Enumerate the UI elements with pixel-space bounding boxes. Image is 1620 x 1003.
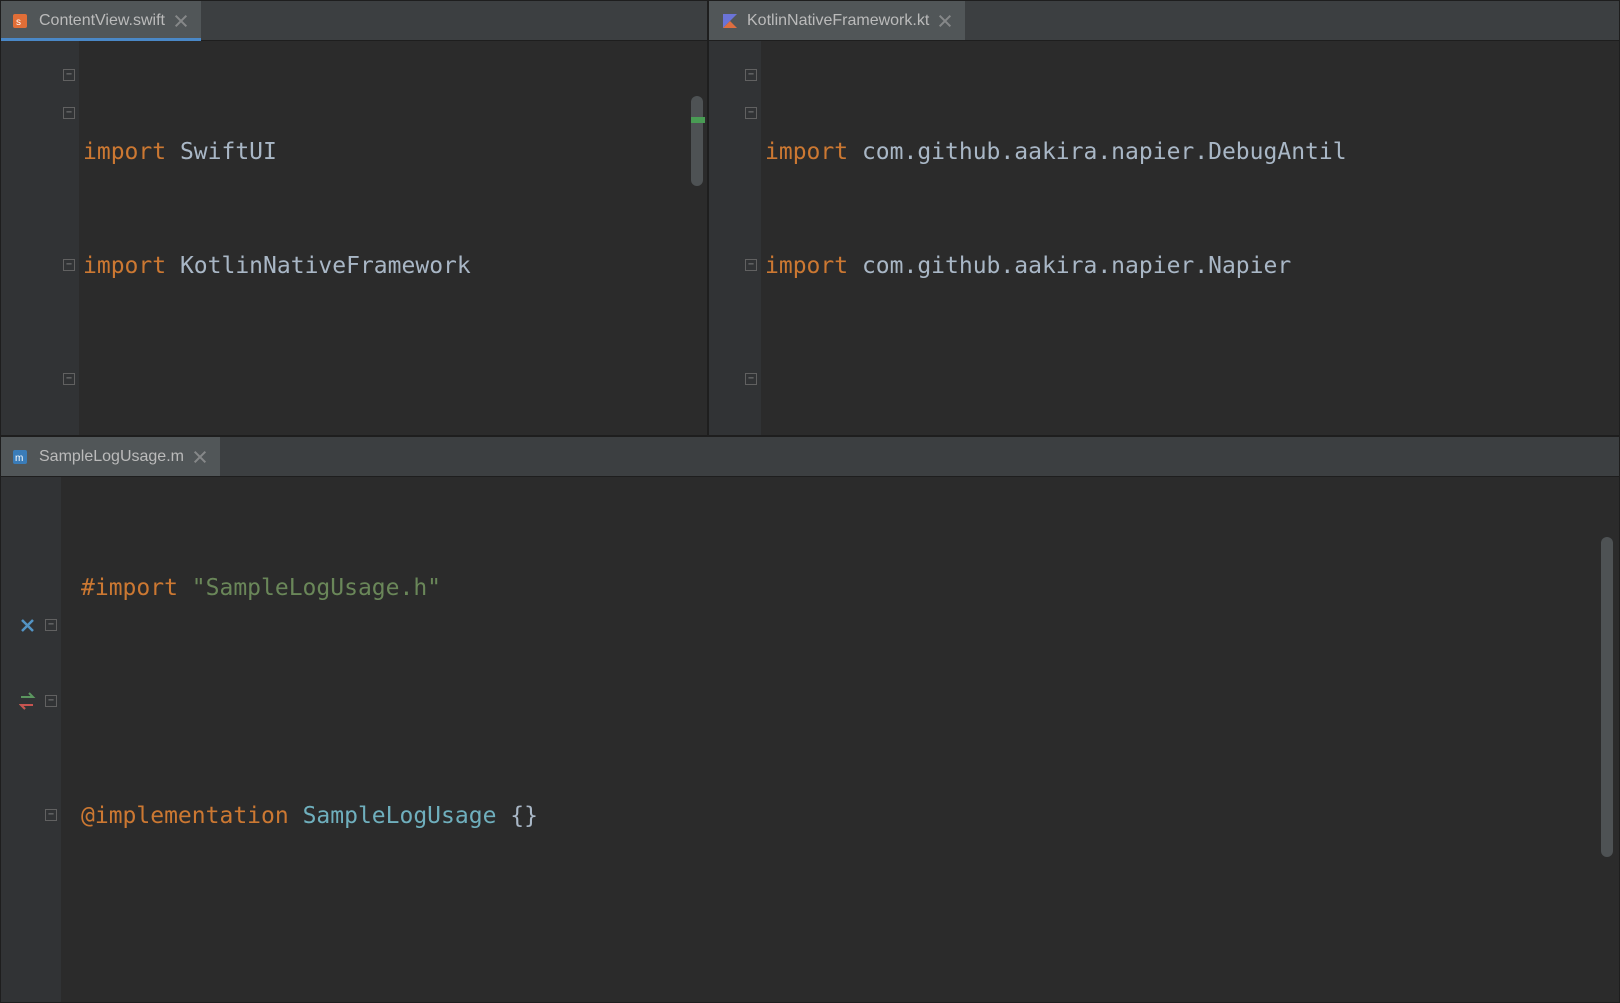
scroll-marker[interactable] <box>691 117 705 123</box>
tab-bar-bottom: m SampleLogUsage.m <box>1 437 1619 477</box>
text-caret-icon <box>617 188 707 302</box>
fold-marker-icon[interactable] <box>45 695 57 707</box>
code-token: com.github.aakira.napier.Napier <box>862 253 1291 279</box>
code-token: import <box>83 139 166 165</box>
code-area-kotlin[interactable]: import com.github.aakira.napier.DebugAnt… <box>761 41 1619 435</box>
fold-marker-icon[interactable] <box>63 259 75 271</box>
code-token: com.github.aakira.napier.DebugAntil <box>862 139 1347 165</box>
close-icon[interactable] <box>173 13 189 29</box>
editor-pane-kotlin: KotlinNativeFramework.kt import com.gith… <box>708 0 1620 436</box>
tab-bar-left: s ContentView.swift <box>1 1 707 41</box>
vcs-marker-icon <box>19 617 39 643</box>
gutter-left[interactable] <box>1 41 79 435</box>
close-icon[interactable] <box>192 449 208 465</box>
close-icon[interactable] <box>937 13 953 29</box>
code-token: import <box>765 253 862 279</box>
fold-marker-icon[interactable] <box>45 619 57 631</box>
analysis-ok-icon <box>1583 495 1603 515</box>
fold-marker-icon[interactable] <box>63 107 75 119</box>
editor-pane-swift: s ContentView.swift import SwiftUI impor… <box>0 0 708 436</box>
code-token: import <box>765 139 862 165</box>
code-token: SampleLogUsage <box>303 803 511 829</box>
swift-file-icon: s <box>13 12 31 30</box>
editor-pane-objc: m SampleLogUsage.m #imp <box>0 436 1620 1003</box>
fold-marker-icon[interactable] <box>745 107 757 119</box>
svg-text:m: m <box>15 453 23 464</box>
code-token: #import <box>81 575 192 601</box>
objc-m-file-icon: m <box>13 448 31 466</box>
gutter-bottom[interactable] <box>1 477 61 1002</box>
scrollbar-thumb[interactable] <box>691 96 703 186</box>
code-token: KotlinNativeFramework <box>166 253 471 279</box>
analysis-ok-icon <box>671 59 691 79</box>
tab-label: KotlinNativeFramework.kt <box>747 12 929 30</box>
fold-marker-icon[interactable] <box>745 69 757 81</box>
tab-bar-right: KotlinNativeFramework.kt <box>709 1 1619 41</box>
code-area-objc[interactable]: #import "SampleLogUsage.h" @implementati… <box>61 477 1619 1002</box>
code-token: import <box>83 253 166 279</box>
fold-marker-icon[interactable] <box>745 373 757 385</box>
code-token: "SampleLogUsage.h" <box>192 575 441 601</box>
code-editor-kotlin[interactable]: import com.github.aakira.napier.DebugAnt… <box>709 41 1619 435</box>
code-editor-objc[interactable]: #import "SampleLogUsage.h" @implementati… <box>1 477 1619 1002</box>
tab-contentview-swift[interactable]: s ContentView.swift <box>1 1 201 40</box>
kotlin-file-icon <box>721 12 739 30</box>
tab-kotlinnativeframework[interactable]: KotlinNativeFramework.kt <box>709 1 965 40</box>
tab-label: SampleLogUsage.m <box>39 448 184 466</box>
fold-marker-icon[interactable] <box>45 809 57 821</box>
fold-marker-icon[interactable] <box>745 259 757 271</box>
code-token: {} <box>510 803 538 829</box>
analysis-ok-icon <box>1583 59 1603 79</box>
gutter-right[interactable] <box>709 41 761 435</box>
tab-samplelogusage[interactable]: m SampleLogUsage.m <box>1 437 220 476</box>
fold-marker-icon[interactable] <box>63 69 75 81</box>
fold-marker-icon[interactable] <box>63 373 75 385</box>
scrollbar-thumb[interactable] <box>1601 537 1613 857</box>
code-area-swift[interactable]: import SwiftUI import KotlinNativeFramew… <box>79 41 707 435</box>
tab-label: ContentView.swift <box>39 12 165 30</box>
code-token: SwiftUI <box>166 139 277 165</box>
code-editor-swift[interactable]: import SwiftUI import KotlinNativeFramew… <box>1 41 707 435</box>
code-token: @implementation <box>81 803 303 829</box>
vcs-changed-icon <box>19 691 39 717</box>
svg-text:s: s <box>16 17 21 28</box>
